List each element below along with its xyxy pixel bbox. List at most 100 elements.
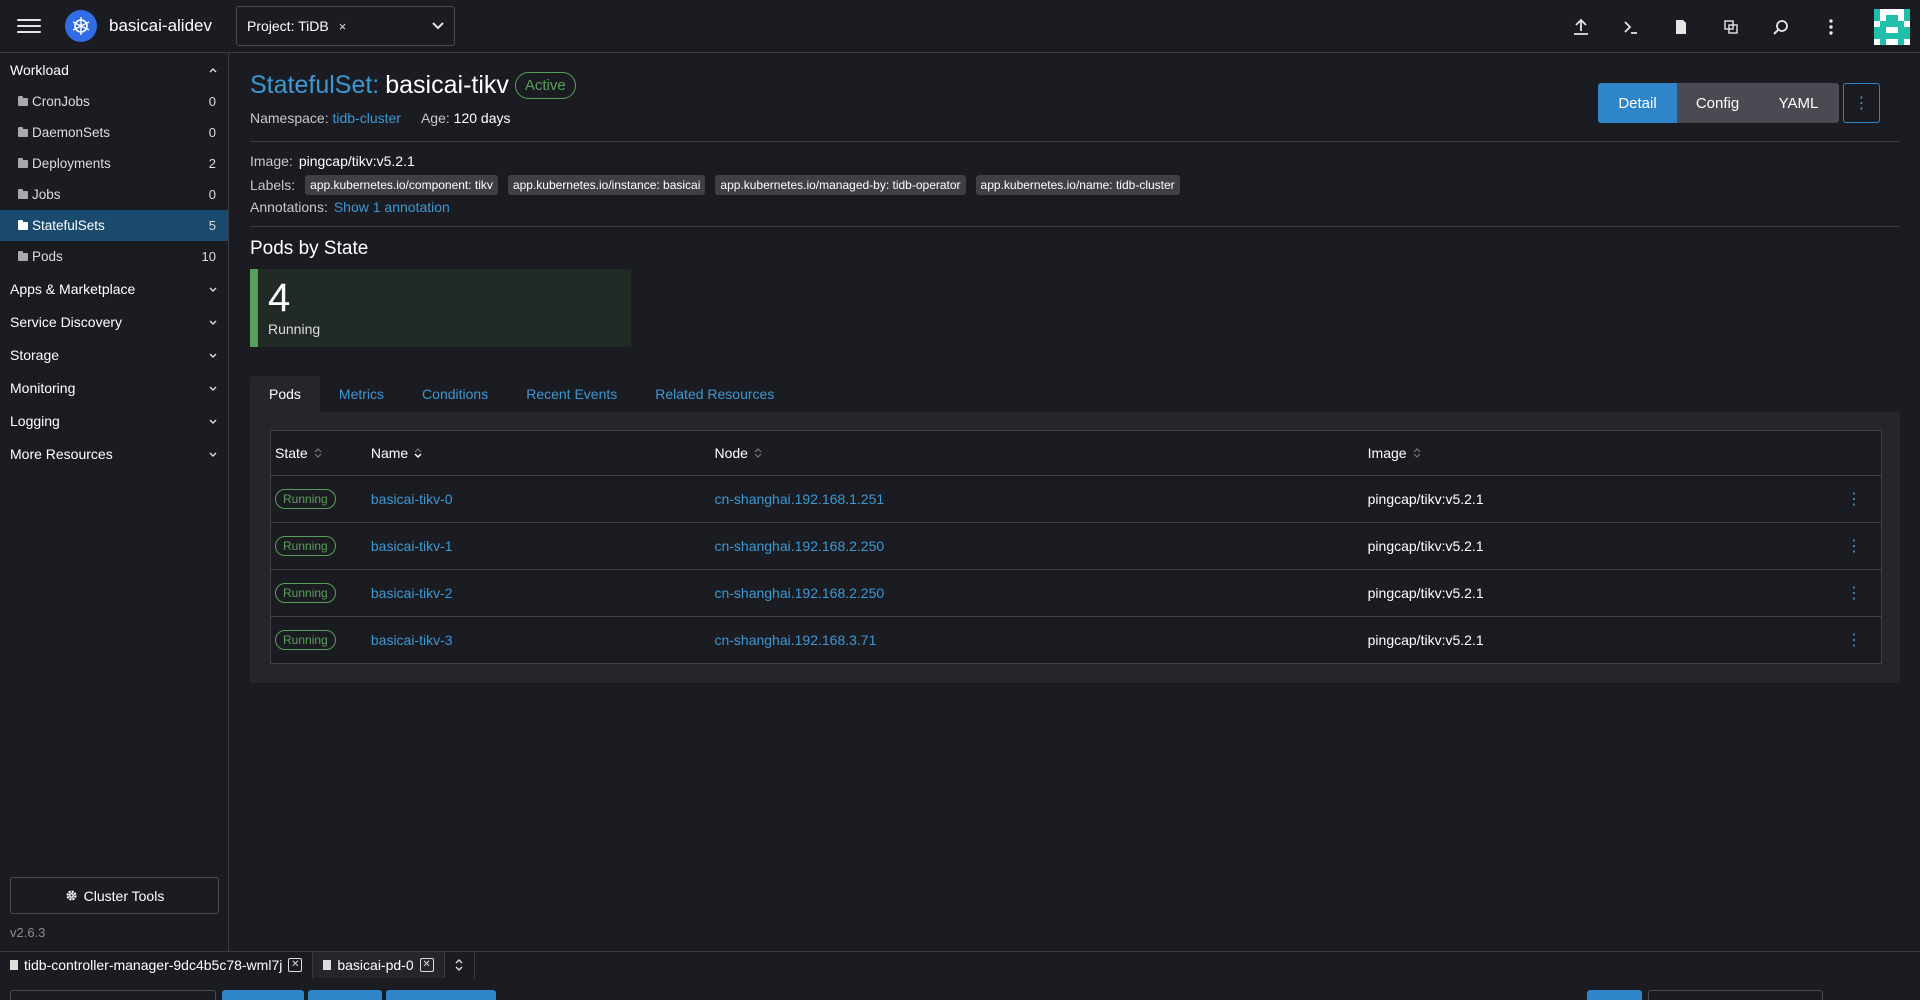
window-panel-select[interactable] bbox=[1648, 990, 1823, 1000]
sort-icon bbox=[1413, 448, 1420, 458]
window-tab[interactable]: basicai-pd-0 ✕ bbox=[313, 951, 445, 978]
cluster-tools-button[interactable]: Cluster Tools bbox=[10, 877, 219, 914]
show-annotations-link[interactable]: Show 1 annotation bbox=[334, 199, 450, 215]
sidebar-item-pods[interactable]: Pods 10 bbox=[0, 241, 228, 272]
namespace-label: Namespace: bbox=[250, 110, 329, 126]
sidebar-item-jobs[interactable]: Jobs 0 bbox=[0, 179, 228, 210]
window-panel-button[interactable] bbox=[222, 990, 304, 1000]
nav-group-label: Service Discovery bbox=[10, 313, 123, 330]
nav-group-storage[interactable]: Storage bbox=[0, 338, 228, 371]
cluster-tools-label: Cluster Tools bbox=[83, 887, 165, 904]
chevron-down-icon bbox=[209, 287, 217, 292]
detail-button[interactable]: Detail bbox=[1598, 83, 1677, 123]
age-label: Age: bbox=[420, 110, 450, 126]
column-label: State bbox=[275, 445, 308, 461]
pod-name-link[interactable]: basicai-tikv-0 bbox=[371, 491, 453, 507]
nav-group-more-resources[interactable]: More Resources bbox=[0, 437, 228, 470]
sidebar-item-label: DaemonSets bbox=[32, 125, 111, 140]
more-actions-button[interactable]: ⋮ bbox=[1843, 83, 1880, 123]
sidebar-item-statefulsets[interactable]: StatefulSets 5 bbox=[0, 210, 228, 241]
tab-conditions[interactable]: Conditions bbox=[403, 376, 507, 412]
row-actions-icon[interactable]: ⋮ bbox=[1827, 583, 1881, 603]
close-icon[interactable]: ✕ bbox=[419, 957, 434, 972]
node-link[interactable]: cn-shanghai.192.168.3.71 bbox=[714, 632, 876, 648]
sidebar-item-label: Deployments bbox=[32, 156, 111, 171]
name-column-header[interactable]: Name bbox=[371, 445, 715, 461]
user-avatar[interactable] bbox=[1874, 8, 1910, 45]
node-link[interactable]: cn-shanghai.192.168.2.250 bbox=[714, 585, 884, 601]
window-panel-button[interactable] bbox=[1587, 990, 1642, 1000]
search-icon[interactable] bbox=[1770, 16, 1792, 38]
pod-name-link[interactable]: basicai-tikv-2 bbox=[371, 585, 453, 601]
resource-type-link[interactable]: StatefulSet: bbox=[250, 71, 379, 100]
image-column-header[interactable]: Image bbox=[1368, 445, 1827, 461]
project-selector[interactable]: Project: TiDB × bbox=[236, 6, 455, 46]
window-panel-button[interactable] bbox=[386, 990, 496, 1000]
chevron-down-icon[interactable] bbox=[431, 19, 445, 33]
state-badge: Running bbox=[275, 536, 336, 556]
tab-recent-events[interactable]: Recent Events bbox=[507, 376, 636, 412]
state-column-header[interactable]: State bbox=[271, 445, 371, 461]
nav-group-label: More Resources bbox=[10, 445, 113, 462]
divider bbox=[250, 226, 1900, 227]
nav-group-logging[interactable]: Logging bbox=[0, 404, 228, 437]
kubernetes-logo-icon bbox=[65, 10, 97, 42]
gear-icon bbox=[66, 890, 77, 901]
config-button[interactable]: Config bbox=[1677, 83, 1758, 123]
menu-icon[interactable] bbox=[17, 19, 41, 33]
namespace-link[interactable]: tidb-cluster bbox=[332, 110, 400, 126]
row-actions-icon[interactable]: ⋮ bbox=[1827, 489, 1881, 509]
window-panel-input[interactable] bbox=[10, 990, 216, 1000]
nav-group-service-discovery[interactable]: Service Discovery bbox=[0, 305, 228, 338]
window-tabs-bar: tidb-controller-manager-9dc4b5c78-wml7j … bbox=[0, 951, 1920, 978]
terminal-icon[interactable] bbox=[1620, 16, 1642, 38]
tab-pods[interactable]: Pods bbox=[250, 376, 320, 412]
row-actions-icon[interactable]: ⋮ bbox=[1827, 536, 1881, 556]
node-link[interactable]: cn-shanghai.192.168.1.251 bbox=[714, 491, 884, 507]
tab-metrics[interactable]: Metrics bbox=[320, 376, 403, 412]
window-panel-button[interactable] bbox=[308, 990, 382, 1000]
node-column-header[interactable]: Node bbox=[714, 445, 1367, 461]
yaml-button[interactable]: YAML bbox=[1758, 83, 1839, 123]
nav-group-apps[interactable]: Apps & Marketplace bbox=[0, 272, 228, 305]
pod-name-link[interactable]: basicai-tikv-3 bbox=[371, 632, 453, 648]
sort-icon bbox=[754, 448, 762, 458]
upload-icon[interactable] bbox=[1570, 16, 1592, 38]
expand-collapse-icon[interactable] bbox=[445, 951, 475, 978]
row-actions-icon[interactable]: ⋮ bbox=[1827, 630, 1881, 650]
window-tab[interactable]: tidb-controller-manager-9dc4b5c78-wml7j … bbox=[0, 951, 314, 978]
sidebar-item-deployments[interactable]: Deployments 2 bbox=[0, 148, 228, 179]
cluster-name: basicai-alidev bbox=[109, 16, 212, 35]
more-vertical-icon[interactable] bbox=[1820, 16, 1842, 38]
sidebar-item-label: CronJobs bbox=[32, 94, 90, 109]
document-icon[interactable] bbox=[1670, 16, 1692, 38]
sidebar-item-count: 2 bbox=[208, 156, 216, 171]
version-label: v2.6.3 bbox=[10, 925, 46, 940]
annotations-info: Annotations: Show 1 annotation bbox=[250, 199, 450, 215]
sidebar-item-cronjobs[interactable]: CronJobs 0 bbox=[0, 86, 228, 117]
label-chip: app.kubernetes.io/name: tidb-cluster bbox=[975, 175, 1180, 195]
chevron-up-icon bbox=[209, 67, 217, 72]
column-label: Node bbox=[714, 445, 748, 461]
image-cell: pingcap/tikv:v5.2.1 bbox=[1367, 632, 1484, 648]
nav-group-monitoring[interactable]: Monitoring bbox=[0, 371, 228, 404]
sidebar-item-count: 0 bbox=[208, 125, 216, 140]
running-count: 4 bbox=[268, 276, 291, 320]
chevron-down-icon bbox=[209, 386, 217, 391]
project-label: Project: TiDB bbox=[247, 18, 329, 34]
running-label: Running bbox=[268, 321, 321, 337]
age-value: 120 days bbox=[453, 110, 511, 126]
pod-name-link[interactable]: basicai-tikv-1 bbox=[371, 538, 453, 554]
nav-group-label: Apps & Marketplace bbox=[10, 280, 136, 297]
close-icon[interactable]: ✕ bbox=[288, 957, 303, 972]
label-chip: app.kubernetes.io/managed-by: tidb-opera… bbox=[715, 175, 966, 195]
sidebar-item-daemonsets[interactable]: DaemonSets 0 bbox=[0, 117, 228, 148]
sidebar-item-count: 10 bbox=[201, 249, 216, 264]
copy-icon[interactable] bbox=[1720, 16, 1742, 38]
tab-related-resources[interactable]: Related Resources bbox=[636, 376, 793, 412]
image-cell: pingcap/tikv:v5.2.1 bbox=[1367, 538, 1484, 554]
remove-project-icon[interactable]: × bbox=[339, 19, 347, 34]
node-link[interactable]: cn-shanghai.192.168.2.250 bbox=[714, 538, 884, 554]
nav-group-workload[interactable]: Workload bbox=[0, 53, 228, 86]
running-state-card[interactable]: 4 Running bbox=[250, 269, 631, 347]
